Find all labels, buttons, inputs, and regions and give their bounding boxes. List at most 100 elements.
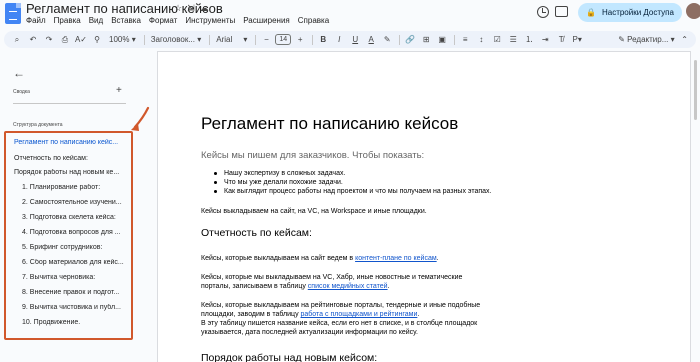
cloud-icon[interactable]: ☁ — [200, 3, 209, 14]
menu-file[interactable]: Файл — [26, 16, 46, 25]
text-color-button[interactable]: A — [364, 33, 378, 47]
paragraph-publish: Кейсы выкладываем на сайт, на VC, на Wor… — [201, 208, 427, 215]
redo-icon[interactable]: ↷ — [42, 33, 56, 47]
clear-formatting-icon[interactable]: T̸ — [554, 33, 568, 47]
close-outline-button[interactable]: ← — [13, 66, 25, 80]
indent-icon[interactable]: ⇥ — [538, 33, 552, 47]
style-select[interactable]: Заголовок... ▾ — [148, 33, 205, 47]
toolbar-divider — [255, 34, 257, 45]
platforms-ratings-link[interactable]: работа с площадками и рейтингами — [301, 311, 418, 318]
link-icon[interactable]: 🔗 — [403, 33, 417, 47]
move-icon[interactable]: ⇲ — [187, 3, 195, 14]
menu-insert[interactable]: Вставка — [111, 16, 141, 25]
outline-item-step-10[interactable]: 10. Продвижение. — [22, 319, 130, 326]
editing-mode-select[interactable]: ✎ Редактир... ▾ ⌃ — [618, 33, 694, 47]
annotation-arrow — [131, 106, 150, 131]
italic-button[interactable]: I — [332, 33, 346, 47]
outline-item-reporting[interactable]: Отчетность по кейсам: — [14, 155, 130, 162]
docs-logo-icon[interactable] — [5, 3, 21, 24]
numbered-list-icon[interactable]: ⒈ — [522, 33, 536, 47]
menu-format[interactable]: Формат — [149, 16, 177, 25]
menu-tools[interactable]: Инструменты — [185, 16, 235, 25]
print-icon[interactable]: ⎙ — [58, 33, 72, 47]
align-icon[interactable]: ≡ — [458, 33, 472, 47]
bold-button[interactable]: B — [316, 33, 330, 47]
menu-view[interactable]: Вид — [89, 16, 103, 25]
toolbar-divider — [209, 34, 211, 45]
add-comment-icon[interactable]: ⊞ — [419, 33, 433, 47]
toolbar-divider — [399, 34, 401, 45]
undo-icon[interactable]: ↶ — [26, 33, 40, 47]
history-icon[interactable] — [537, 6, 549, 18]
spellcheck-icon[interactable]: A✓ — [74, 33, 88, 47]
outline-label: Структура документа — [13, 122, 63, 128]
paragraph-vc: Кейсы, которые мы выкладываем на VC, Хаб… — [201, 273, 491, 291]
media-articles-link[interactable]: список медийных статей — [308, 283, 388, 290]
title-bar: Регламент по написанию кейсов ☆ ⇲ ☁ Файл… — [0, 0, 700, 30]
menu-help[interactable]: Справка — [298, 16, 329, 25]
zoom-select[interactable]: 100% ▾ — [106, 33, 139, 47]
menu-bar: Файл Правка Вид Вставка Формат Инструмен… — [26, 16, 329, 25]
title-actions: ☆ ⇲ ☁ — [174, 3, 209, 14]
star-icon[interactable]: ☆ — [174, 3, 182, 14]
outline-item-step-7[interactable]: 7. Вычитка черновика: — [22, 274, 130, 281]
checklist-icon[interactable]: ☑ — [490, 33, 504, 47]
scrollbar-thumb[interactable] — [694, 60, 697, 120]
paragraph-text: . — [387, 283, 390, 290]
section-heading-workflow: Порядок работы над новым кейсом: — [201, 352, 378, 362]
panel-divider — [13, 103, 126, 104]
outline-item-step-2[interactable]: 2. Самостоятельное изучени... — [22, 199, 130, 206]
outline-item-title[interactable]: Регламент по написанию кейс... — [14, 139, 130, 146]
line-spacing-icon[interactable]: ↕ — [474, 33, 488, 47]
paragraph-rating: Кейсы, которые выкладываем на рейтинговы… — [201, 301, 491, 337]
decrease-font-size-button[interactable]: − — [259, 33, 273, 47]
bulleted-list-icon[interactable]: ☰ — [506, 33, 520, 47]
paragraph-site: Кейсы, которые выкладываем на сайт ведем… — [201, 254, 491, 263]
toolbar: ⌕ ↶ ↷ ⎙ A✓ ⚲ 100% ▾ Заголовок... ▾ Arial… — [4, 31, 696, 48]
outline-item-step-3[interactable]: 3. Подготовка скелета кейса: — [22, 214, 130, 221]
zoom-value: 100% — [109, 35, 130, 44]
summary-label: Сводка — [13, 89, 30, 95]
share-label: Настройки Доступа — [601, 8, 674, 17]
paint-format-icon[interactable]: ⚲ — [90, 33, 104, 47]
underline-button[interactable]: U — [348, 33, 362, 47]
menu-edit[interactable]: Правка — [54, 16, 81, 25]
avatar[interactable] — [686, 3, 700, 19]
style-value: Заголовок... — [150, 35, 195, 44]
list-item: Нашу экспертизу в сложных задачах. — [214, 169, 494, 178]
purpose-list: Нашу экспертизу в сложных задачах. Что м… — [214, 169, 494, 196]
outline-item-step-6[interactable]: 6. Сбор материалов для кейс... — [22, 259, 130, 266]
outline-item-workflow[interactable]: Порядок работы над новым ке... — [14, 169, 130, 176]
outline-item-step-1[interactable]: 1. Планирование работ: — [22, 184, 130, 191]
section-heading-reporting: Отчетность по кейсам: — [201, 227, 312, 239]
toolbar-divider — [312, 34, 314, 45]
document-heading: Регламент по написанию кейсов — [201, 114, 459, 133]
editing-mode-value: Редактир... — [627, 35, 669, 44]
outline-item-step-8[interactable]: 8. Внесение правок и подгот... — [22, 289, 130, 296]
list-item: Как выглядит процесс работы над проектом… — [214, 187, 494, 196]
paragraph-text: . — [436, 255, 439, 262]
outline-item-step-4[interactable]: 4. Подготовка вопросов для ... — [22, 229, 130, 236]
menu-extensions[interactable]: Расширения — [243, 16, 290, 25]
toolbar-divider — [143, 34, 145, 45]
image-icon[interactable]: ▣ — [435, 33, 449, 47]
outline-item-step-5[interactable]: 5. Брифинг сотрудников: — [22, 244, 130, 251]
font-value: Arial — [216, 35, 233, 44]
lock-icon: 🔒 — [586, 8, 596, 17]
add-summary-button[interactable]: + — [116, 85, 122, 96]
paragraph-text: В эту таблицу пишется название кейса, ес… — [201, 320, 478, 336]
content-plan-link[interactable]: контент-плане по кейсам — [355, 255, 437, 262]
outline-item-step-9[interactable]: 9. Вычитка чистовика и публ... — [22, 304, 130, 311]
document-subtitle: Кейсы мы пишем для заказчиков. Чтобы пок… — [201, 150, 425, 161]
increase-font-size-button[interactable]: + — [293, 33, 307, 47]
paragraph-text: Кейсы, которые выкладываем на сайт ведем… — [201, 255, 356, 262]
font-select[interactable]: Arial ▾ — [213, 33, 250, 47]
font-size-input[interactable]: 14 — [275, 34, 292, 45]
share-button[interactable]: 🔒 Настройки Доступа — [578, 3, 682, 22]
search-menus-icon[interactable]: ⌕ — [10, 33, 24, 47]
list-item: Что мы уже делали похожие задачи. — [214, 178, 494, 187]
highlight-icon[interactable]: ✎ — [380, 33, 394, 47]
comment-icon[interactable] — [555, 6, 568, 17]
text-direction-icon[interactable]: P▾ — [570, 33, 584, 47]
toolbar-divider — [454, 34, 456, 45]
